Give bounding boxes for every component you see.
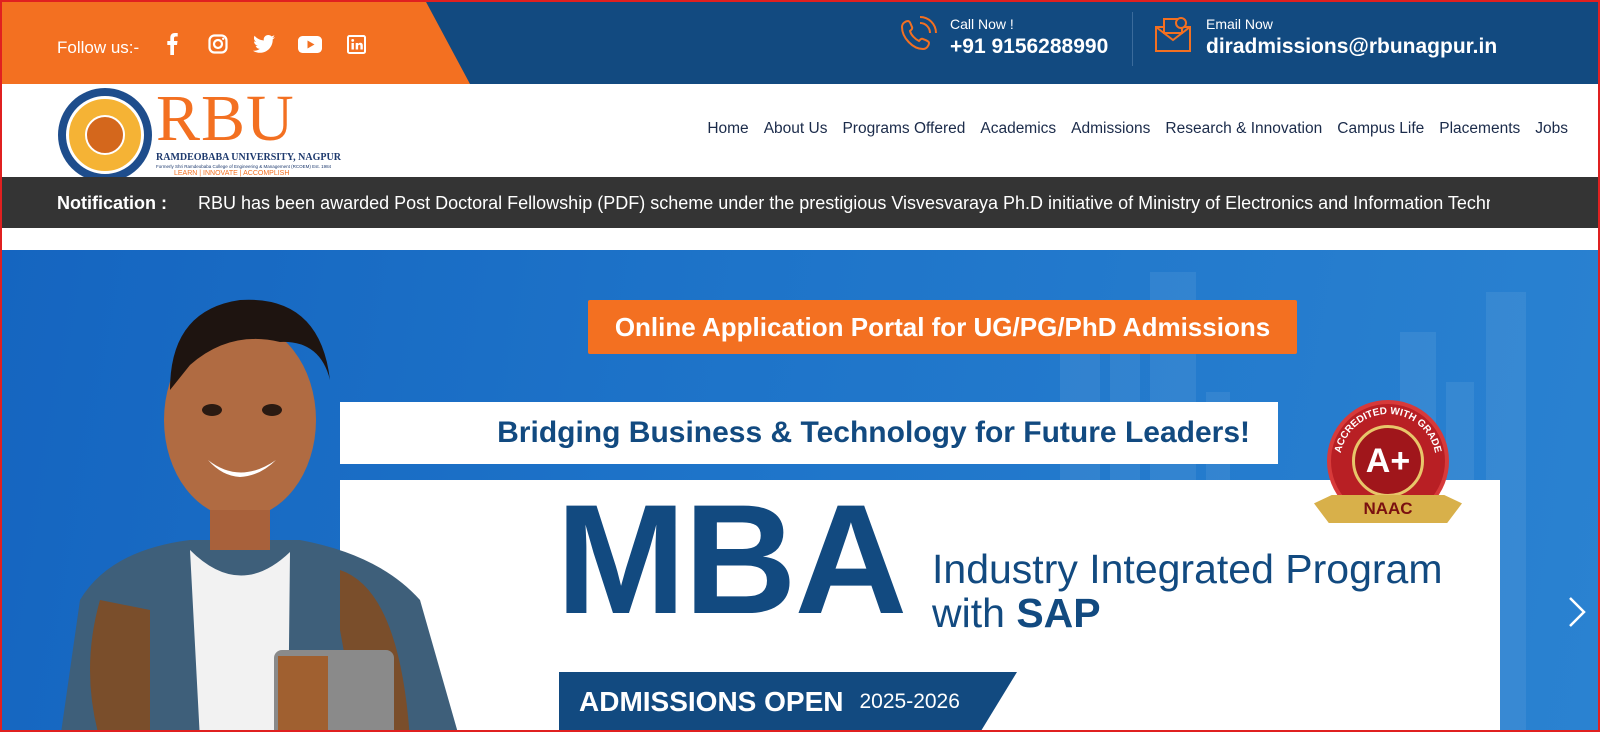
email-now-label: Email Now — [1206, 16, 1273, 32]
phone-icon — [896, 13, 940, 57]
call-now-block[interactable]: Call Now ! +91 9156288990 — [896, 10, 1108, 59]
twitter-icon[interactable] — [252, 32, 276, 56]
bridging-text: Bridging Business & Technology for Futur… — [497, 416, 1250, 449]
contact-divider — [1132, 12, 1133, 66]
nav-about-us[interactable]: About Us — [764, 120, 828, 138]
notification-label: Notification : — [57, 193, 167, 213]
hero-banner[interactable]: Online Application Portal for UG/PG/PhD … — [0, 250, 1600, 732]
phone-number[interactable]: +91 9156288990 — [950, 35, 1108, 59]
admissions-year: 2025-2026 — [859, 690, 960, 713]
email-address[interactable]: diradmissions@rbunagpur.in — [1206, 35, 1497, 59]
nav-campus-life[interactable]: Campus Life — [1337, 120, 1424, 138]
student-photo — [61, 299, 458, 732]
naac-ribbon: NAAC — [1314, 495, 1462, 523]
envelope-icon — [1152, 13, 1196, 57]
brand-name: RBU — [156, 82, 295, 155]
linkedin-icon[interactable] — [344, 32, 368, 56]
naac-badge: A+ ACCREDITED WITH GRADE NAAC — [1312, 400, 1462, 530]
program-subline-2: with SAP — [932, 590, 1101, 636]
nav-programs-offered[interactable]: Programs Offered — [842, 120, 965, 138]
nav-academics[interactable]: Academics — [980, 120, 1056, 138]
nav-home[interactable]: Home — [707, 120, 748, 138]
notification-bar: Notification : RBU has been awarded Post… — [0, 177, 1600, 228]
admissions-open-label: ADMISSIONS OPEN — [579, 686, 844, 717]
svg-text:ACCREDITED WITH GRADE: ACCREDITED WITH GRADE — [1333, 406, 1443, 454]
subline-prefix: with — [932, 590, 1017, 636]
nav-admissions[interactable]: Admissions — [1071, 120, 1150, 138]
notification-text[interactable]: RBU has been awarded Post Doctoral Fello… — [198, 193, 1490, 213]
notification-ticker[interactable]: RBU has been awarded Post Doctoral Fello… — [198, 193, 1490, 214]
youtube-icon[interactable] — [298, 32, 322, 56]
follow-label: Follow us:- — [57, 38, 140, 57]
nav-research-innovation[interactable]: Research & Innovation — [1165, 120, 1322, 138]
brand-tagline: LEARN | INNOVATE | ACCOMPLISH — [174, 170, 290, 177]
instagram-icon[interactable] — [206, 32, 230, 56]
accreditation-text: ACCREDITED WITH GRADE — [1333, 406, 1443, 454]
social-links — [160, 32, 368, 56]
primary-menu: Home About Us Programs Offered Academics… — [692, 120, 1568, 138]
nav-jobs[interactable]: Jobs — [1535, 120, 1568, 138]
facebook-icon[interactable] — [160, 32, 184, 56]
admissions-open-bar: ADMISSIONS OPEN 2025-2026 — [559, 672, 1017, 732]
email-now-block[interactable]: Email Now diradmissions@rbunagpur.in — [1152, 10, 1497, 59]
program-subline-1: Industry Integrated Program — [932, 546, 1443, 592]
sap-label: SAP — [1016, 590, 1101, 636]
spacer — [0, 228, 1600, 250]
chevron-right-icon[interactable] — [1566, 592, 1588, 632]
online-application-portal-button[interactable]: Online Application Portal for UG/PG/PhD … — [588, 300, 1297, 354]
formerly-text: Formerly Shri Ramdeobaba College of Engi… — [156, 164, 332, 169]
call-now-label: Call Now ! — [950, 16, 1014, 32]
university-seal — [58, 88, 152, 182]
university-name: RAMDEOBABA UNIVERSITY, NAGPUR — [156, 152, 341, 163]
nav-placements[interactable]: Placements — [1439, 120, 1520, 138]
mba-headline: MBA — [556, 473, 907, 647]
rbu-logo[interactable]: RBU RAMDEOBABA UNIVERSITY, NAGPUR Former… — [58, 82, 341, 182]
